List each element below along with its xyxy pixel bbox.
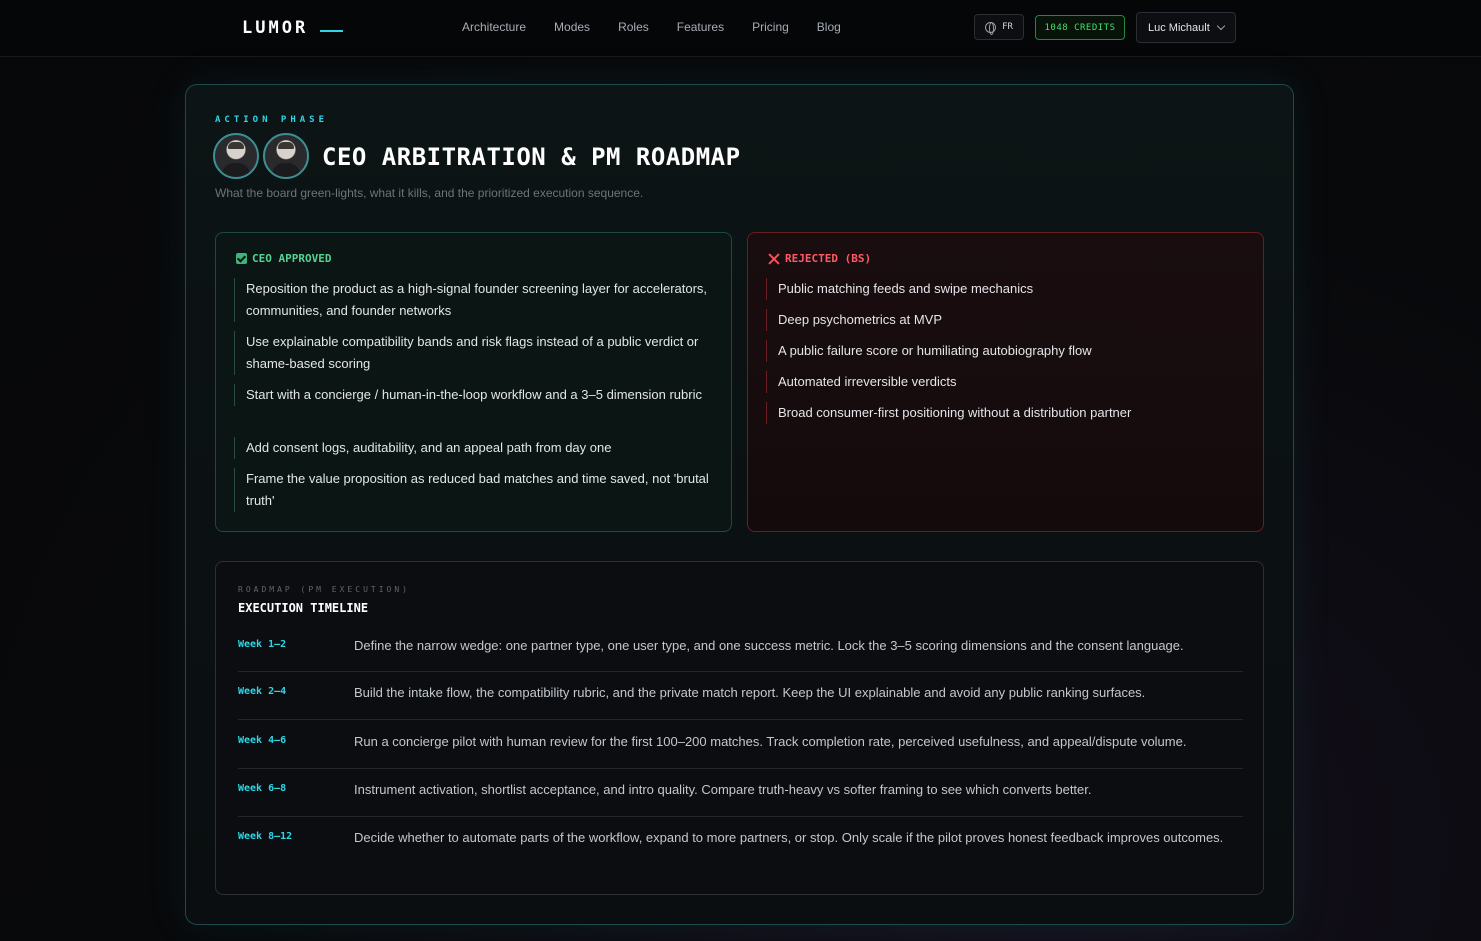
- credits-badge[interactable]: 1048 CREDITS: [1035, 15, 1125, 40]
- approved-item: Start with a concierge / human-in-the-lo…: [234, 384, 719, 406]
- rejected-item: Automated irreversible verdicts: [766, 371, 1246, 393]
- pm-avatar: [263, 133, 309, 179]
- page-subtitle: What the board green-lights, what it kil…: [215, 186, 644, 200]
- globe-icon: [985, 21, 997, 35]
- timeline-row: Week 8–12 Decide whether to automate par…: [238, 817, 1243, 887]
- chevron-down-icon: [1216, 21, 1226, 31]
- timeline-description: Decide whether to automate parts of the …: [354, 830, 1224, 845]
- rejected-item: Broad consumer-first positioning without…: [766, 402, 1246, 424]
- timeline-week: Week 8–12: [238, 831, 293, 842]
- top-nav: LUMOR Architecture Modes Roles Features …: [0, 0, 1481, 57]
- nav-link-architecture[interactable]: Architecture: [462, 20, 526, 34]
- timeline-description: Run a concierge pilot with human review …: [354, 734, 1187, 749]
- rejected-heading-label: REJECTED (BS): [785, 252, 872, 265]
- timeline-week: Week 6–8: [238, 783, 287, 794]
- user-menu-button[interactable]: Luc Michault: [1136, 12, 1236, 43]
- checkbox-checked-icon: [236, 253, 247, 264]
- ceo-avatar: [213, 133, 259, 179]
- roadmap-panel: ROADMAP (PM EXECUTION) EXECUTION TIMELIN…: [215, 561, 1264, 895]
- close-x-icon: [768, 253, 780, 265]
- logo-underline: [320, 30, 343, 32]
- timeline-row: Week 1–2 Define the narrow wedge: one pa…: [238, 633, 1243, 672]
- timeline-week: Week 2–4: [238, 686, 287, 697]
- timeline-row: Week 6–8 Instrument activation, shortlis…: [238, 769, 1243, 817]
- rejected-item: A public failure score or humiliating au…: [766, 340, 1246, 362]
- rejected-item: Public matching feeds and swipe mechanic…: [766, 278, 1246, 300]
- approved-item: Use explainable compatibility bands and …: [234, 331, 719, 375]
- timeline-description: Define the narrow wedge: one partner typ…: [354, 638, 1184, 653]
- language-label: FR: [1002, 22, 1013, 32]
- approved-heading: CEO APPROVED: [236, 252, 331, 265]
- page-title: CEO ARBITRATION & PM ROADMAP: [322, 143, 741, 171]
- timeline-week: Week 1–2: [238, 639, 287, 650]
- logo[interactable]: LUMOR: [242, 18, 308, 38]
- approved-heading-label: CEO APPROVED: [252, 252, 332, 265]
- approved-item: Add consent logs, auditability, and an a…: [234, 437, 719, 459]
- approved-item: Frame the value proposition as reduced b…: [234, 468, 719, 512]
- nav-link-blog[interactable]: Blog: [817, 20, 841, 34]
- nav-link-roles[interactable]: Roles: [618, 20, 649, 34]
- timeline-description: Build the intake flow, the compatibility…: [354, 685, 1146, 700]
- timeline-row: Week 4–6 Run a concierge pilot with huma…: [238, 720, 1243, 769]
- nav-links: Architecture Modes Roles Features Pricin…: [462, 20, 869, 34]
- nav-link-features[interactable]: Features: [677, 20, 724, 34]
- approved-panel: CEO APPROVED Reposition the product as a…: [215, 232, 732, 532]
- rejected-item: Deep psychometrics at MVP: [766, 309, 1246, 331]
- user-name: Luc Michault: [1148, 21, 1210, 34]
- language-button[interactable]: FR: [974, 14, 1024, 40]
- nav-link-modes[interactable]: Modes: [554, 20, 590, 34]
- timeline-row: Week 2–4 Build the intake flow, the comp…: [238, 672, 1243, 720]
- rejected-panel: REJECTED (BS) Public matching feeds and …: [747, 232, 1264, 532]
- timeline-description: Instrument activation, shortlist accepta…: [354, 782, 1092, 797]
- roadmap-label: ROADMAP (PM EXECUTION): [238, 585, 410, 594]
- approved-item: Reposition the product as a high-signal …: [234, 278, 719, 322]
- phase-label: ACTION PHASE: [215, 115, 329, 125]
- timeline-week: Week 4–6: [238, 735, 287, 746]
- rejected-heading: REJECTED (BS): [768, 252, 871, 265]
- roadmap-title: EXECUTION TIMELINE: [238, 601, 369, 615]
- nav-link-pricing[interactable]: Pricing: [752, 20, 789, 34]
